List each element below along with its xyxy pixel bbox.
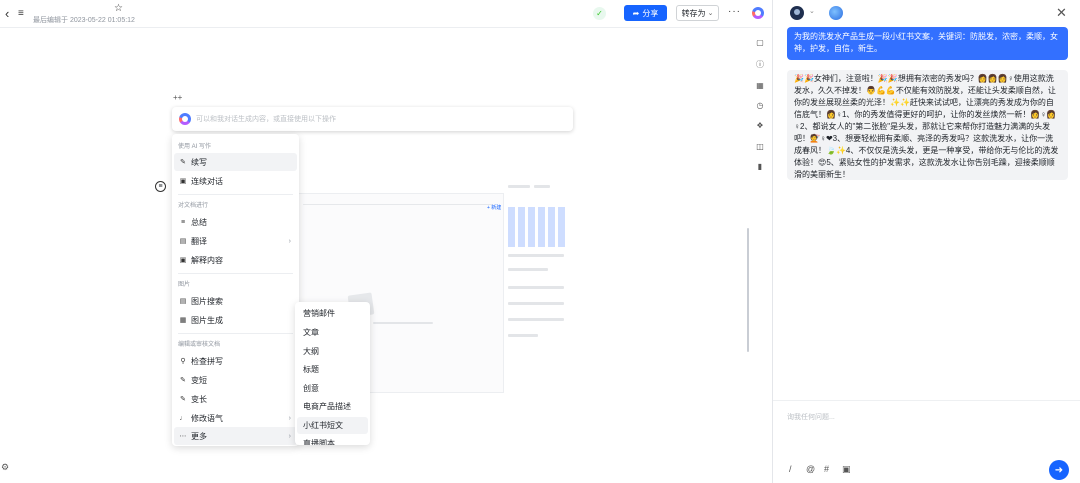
tag-icon[interactable]: ❖ <box>755 120 765 130</box>
hashtag-icon[interactable]: # <box>824 464 829 474</box>
more-menu-icon[interactable]: ··· <box>728 6 741 17</box>
ai-action-menu: 使用 AI 写作 ✎ 续写 ▣ 连续对话 对文档进行 ≡ 总结 ▤ 翻译 › ▣… <box>172 134 299 446</box>
menu-item-write-label: 续写 <box>191 157 207 167</box>
menu-divider <box>178 333 293 334</box>
send-button[interactable]: ➜ <box>1049 460 1069 480</box>
star-icon[interactable]: ☆ <box>114 3 123 14</box>
menu-item-image-search-label: 图片搜索 <box>191 296 223 306</box>
menu-item-summary-label: 总结 <box>191 217 207 227</box>
link-icon[interactable]: ◫ <box>755 141 765 151</box>
menu-item-explain[interactable]: ▣ 解释内容 <box>174 251 297 269</box>
stats-icon[interactable]: ▮ <box>755 161 765 171</box>
submenu-item[interactable]: 创意 <box>297 380 368 397</box>
info-icon[interactable]: ⓘ <box>755 59 765 69</box>
image-icon: ▦ <box>179 317 187 324</box>
chat-input[interactable]: 询我任何问题... <box>787 412 835 422</box>
chevron-right-icon: › <box>288 237 291 245</box>
outline-icon[interactable]: ≡ <box>18 7 24 21</box>
menu-item-continue-chat-label: 连续对话 <box>191 176 223 186</box>
menu-group-image: 图片 <box>178 282 191 288</box>
summary-icon: ≡ <box>180 218 186 226</box>
share-button[interactable]: ➦ 分享 <box>624 5 667 21</box>
ai-logo-icon <box>179 113 191 125</box>
submenu-item[interactable]: 文章 <box>297 324 368 341</box>
back-icon[interactable]: ‹ <box>5 7 9 21</box>
menu-item-summary[interactable]: ≡ 总结 <box>174 213 297 231</box>
menu-item-shorter[interactable]: ✎ 变短 <box>174 371 297 389</box>
shorter-icon: ✎ <box>180 377 186 384</box>
chevron-right-icon: › <box>288 414 291 422</box>
menu-item-longer[interactable]: ✎ 变长 <box>174 390 297 408</box>
submenu-item[interactable]: 营销邮件 <box>297 305 368 322</box>
chevron-right-icon: › <box>288 432 291 440</box>
save-as-button[interactable]: 转存为 ⌄ <box>676 5 719 21</box>
more-submenu: 营销邮件 文章 大纲 标题 创意 电商产品描述 小红书短文 直播脚本 <box>295 302 370 445</box>
chat-icon: ▣ <box>179 178 187 185</box>
ai-prompt-placeholder: 可以和我对话生成内容，或直接使用以下操作 <box>196 116 336 123</box>
menu-item-image-search[interactable]: ▤ 图片搜索 <box>174 292 297 310</box>
translate-icon: ▤ <box>179 238 187 245</box>
grid-icon[interactable]: ▦ <box>755 80 765 90</box>
menu-item-spellcheck-label: 检查拼写 <box>191 356 223 366</box>
menu-item-tone-label: 修改语气 <box>191 413 223 423</box>
submenu-item[interactable]: 大纲 <box>297 343 368 360</box>
embedded-screenshot-panel <box>504 180 570 342</box>
avatar[interactable] <box>790 6 804 20</box>
chevron-down-icon[interactable]: ⌄ <box>809 7 815 15</box>
tone-icon: ♩ <box>179 414 187 422</box>
settings-icon[interactable]: ⚙ <box>1 462 9 473</box>
editor-scrollbar[interactable] <box>747 228 749 352</box>
share-label: 分享 <box>642 8 659 18</box>
menu-group-doc: 对文档进行 <box>178 203 209 209</box>
ai-assistant-logo-icon[interactable] <box>752 7 764 19</box>
menu-group-edit: 编辑或审核文档 <box>178 342 221 348</box>
menu-item-translate[interactable]: ▤ 翻译 › <box>174 232 297 250</box>
comment-icon[interactable]: ▢ <box>755 37 765 47</box>
menu-item-continue-chat[interactable]: ▣ 连续对话 <box>174 172 297 190</box>
mention-icon[interactable]: @ <box>806 464 815 474</box>
submenu-item[interactable]: 直播脚本 <box>297 435 368 445</box>
menu-item-spellcheck[interactable]: ⚲ 检查拼写 <box>174 352 297 370</box>
panel-divider <box>772 0 773 483</box>
menu-item-image-gen-label: 图片生成 <box>191 315 223 325</box>
close-icon[interactable]: ✕ <box>1056 5 1067 21</box>
last-edited-info: 最后编辑于 2023-05-22 01:05:12 <box>33 17 135 24</box>
globe-icon[interactable] <box>829 6 843 20</box>
longer-icon: ✎ <box>180 396 186 403</box>
drag-handle[interactable]: ++ <box>173 93 182 102</box>
menu-item-more-label: 更多 <box>191 431 207 441</box>
image-search-icon: ▤ <box>179 298 187 305</box>
send-icon: ➜ <box>1054 464 1064 476</box>
menu-divider <box>178 194 293 195</box>
menu-divider <box>178 273 293 274</box>
sync-status-icon: ✓ <box>593 7 606 20</box>
submenu-item[interactable]: 标题 <box>297 361 368 378</box>
menu-item-write[interactable]: ✎ 续写 <box>174 153 297 171</box>
chat-input-divider <box>773 400 1080 401</box>
more-icon: ⋯ <box>179 433 187 440</box>
menu-group-ai-write: 使用 AI 写作 <box>178 144 212 150</box>
slash-command-icon[interactable]: / <box>789 464 792 474</box>
pen-icon: ✎ <box>180 159 186 166</box>
menu-item-tone[interactable]: ♩ 修改语气 › <box>174 409 297 427</box>
menu-item-longer-label: 变长 <box>191 394 207 404</box>
chevron-down-icon: ⌄ <box>707 10 714 17</box>
menu-item-translate-label: 翻译 <box>191 236 207 246</box>
save-as-label: 转存为 <box>681 8 706 18</box>
user-message: 为我的洗发水产品生成一段小红书文案，关键词：防脱发，浓密，柔顺，女神，护发，自信… <box>787 27 1068 60</box>
submenu-item[interactable]: 电商产品描述 <box>297 398 368 415</box>
share-icon: ➦ <box>632 8 640 18</box>
history-icon[interactable]: ◷ <box>755 100 765 110</box>
archive-icon[interactable]: ▣ <box>842 464 851 475</box>
spellcheck-icon: ⚲ <box>180 358 186 365</box>
ai-prompt-input[interactable]: 可以和我对话生成内容，或直接使用以下操作 <box>172 107 573 131</box>
block-menu-icon[interactable]: ≡ <box>155 181 166 192</box>
explain-icon: ▣ <box>179 257 187 264</box>
menu-item-explain-label: 解释内容 <box>191 255 223 265</box>
submenu-item[interactable]: 小红书短文 <box>297 417 368 434</box>
menu-item-image-gen[interactable]: ▦ 图片生成 <box>174 311 297 329</box>
menu-item-shorter-label: 变短 <box>191 375 207 385</box>
menu-item-more[interactable]: ⋯ 更多 › <box>174 427 297 445</box>
ai-reply: 🎉🎉女神们，注意啦！🎉🎉想拥有浓密的秀发吗？👩👩👩♀使用这款洗发水，久久不掉发！… <box>787 70 1068 180</box>
